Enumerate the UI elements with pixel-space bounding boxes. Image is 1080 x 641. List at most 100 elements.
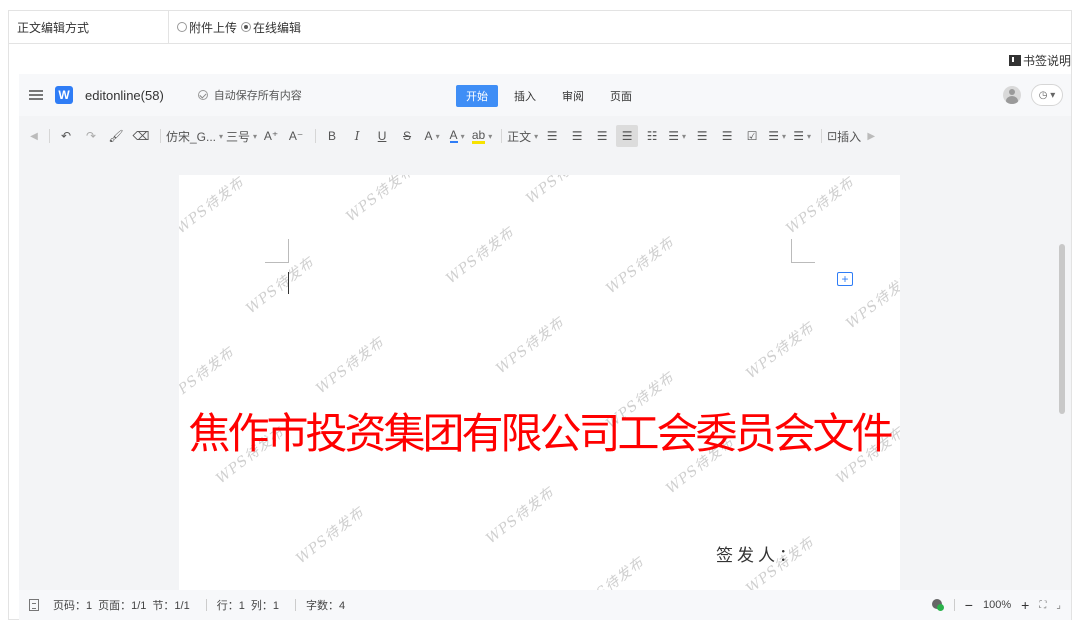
ribbon-tabs: 开始 插入 审阅 页面 [456, 85, 648, 107]
distribute-icon[interactable]: ☷ [641, 125, 663, 147]
edit-mode-row: 正文编辑方式 附件上传 在线编辑 [8, 10, 1072, 44]
bookmark-icon [1008, 55, 1021, 66]
clock-icon: ◷ ▾ [1038, 89, 1056, 101]
tab-insert[interactable]: 插入 [504, 85, 546, 107]
hamburger-menu-icon[interactable] [29, 89, 43, 101]
formatting-toolbar: ◀ ↶ ↷ 🖌︎ ⌫ 仿宋_G... 三号 A⁺ A⁻ B I U S A A … [19, 116, 1071, 156]
watermark: WPS待发布 [343, 175, 418, 226]
font-size-select[interactable]: 三号 [226, 125, 257, 147]
insert-icon: ⊡ [827, 129, 838, 143]
text-cursor [288, 272, 289, 294]
toolbar-divider [501, 129, 503, 143]
status-divider [294, 599, 296, 611]
undo-icon[interactable]: ↶ [55, 125, 77, 147]
italic-button[interactable]: I [346, 125, 368, 147]
radio-label-attachment: 附件上传 [189, 20, 238, 35]
wps-editor: W editonline(58) 自动保存所有内容 开始 插入 审阅 页面 ◷ … [19, 74, 1071, 620]
checkbox-icon[interactable]: ☑ [741, 125, 763, 147]
line-spacing-icon[interactable]: ☰ [666, 125, 688, 147]
watermark: WPS待发布 [573, 554, 648, 590]
format-painter-icon[interactable]: 🖌︎ [105, 125, 127, 147]
decrease-indent-icon[interactable]: ☰ [691, 125, 713, 147]
watermark: WPS待发布 [483, 484, 558, 548]
titlebar-right-tools: ◷ ▾ [1003, 84, 1063, 106]
vertical-scrollbar[interactable] [1059, 244, 1065, 414]
style-select[interactable]: 正文 [507, 125, 538, 147]
editor-titlebar: W editonline(58) 自动保存所有内容 开始 插入 审阅 页面 ◷ … [19, 74, 1071, 116]
signer-label: 签发人： [716, 546, 800, 566]
highlight-button[interactable]: ab [471, 125, 493, 147]
toolbar-divider [821, 129, 823, 143]
shrink-font-button[interactable]: A⁻ [285, 125, 307, 147]
toolbar-divider [49, 129, 50, 143]
bullet-list-icon[interactable]: ☰ [766, 125, 788, 147]
align-right-icon[interactable]: ☰ [591, 125, 613, 147]
fit-page-icon[interactable]: ⛶ [1039, 600, 1046, 611]
watermark: WPS待发布 [523, 175, 598, 208]
align-center-icon[interactable]: ☰ [566, 125, 588, 147]
watermark: WPS待发布 [783, 175, 858, 238]
zoom-out-button[interactable]: − [965, 597, 973, 613]
add-comment-icon[interactable]: + [837, 272, 853, 286]
status-page-code: 页码：1 [53, 600, 93, 612]
status-pages: 页面：1/1 [98, 600, 147, 612]
tab-start[interactable]: 开始 [456, 85, 498, 107]
sync-status-icon[interactable] [931, 599, 944, 611]
scroll-left-icon[interactable]: ◀ [27, 125, 41, 147]
align-left-icon[interactable]: ☰ [541, 125, 563, 147]
tab-review[interactable]: 审阅 [552, 85, 594, 107]
editor-frame: 书签说明 W editonline(58) 自动保存所有内容 开始 插入 审阅 … [8, 44, 1072, 620]
highlight-label: ab [471, 127, 486, 144]
insert-button[interactable]: ⊡ 插入 [827, 125, 861, 147]
scroll-right-icon[interactable]: ▶ [864, 125, 878, 147]
status-col: 列：1 [250, 600, 279, 612]
check-circle-icon [197, 90, 208, 100]
fullscreen-icon[interactable]: ⌟ [1056, 600, 1061, 611]
watermark: WPS待发布 [179, 175, 248, 238]
insert-label: 插入 [837, 129, 862, 144]
underline-button[interactable]: U [371, 125, 393, 147]
redo-icon[interactable]: ↷ [80, 125, 102, 147]
font-color-button[interactable]: A [446, 125, 468, 147]
grow-font-button[interactable]: A⁺ [260, 125, 282, 147]
user-avatar[interactable] [1003, 86, 1021, 104]
document-outline-icon[interactable] [29, 599, 39, 611]
document-title: 焦作市投资集团有限公司工会委员会文件 [188, 409, 893, 458]
bookmark-help-label: 书签说明 [1022, 54, 1071, 68]
eraser-icon[interactable]: ⌫ [130, 125, 152, 147]
bookmark-help-link[interactable]: 书签说明 [1008, 52, 1071, 69]
strikethrough-button[interactable]: S [396, 125, 418, 147]
autosave-label: 自动保存所有内容 [213, 90, 302, 102]
font-name-select[interactable]: 仿宋_G... [166, 125, 223, 147]
status-divider [953, 599, 955, 611]
superscript-button[interactable]: A [421, 125, 443, 147]
document-name: editonline(58) [85, 87, 164, 103]
toolbar-divider [315, 129, 317, 143]
zoom-in-button[interactable]: + [1021, 597, 1029, 613]
status-word-count[interactable]: 字数：4 [306, 597, 345, 613]
radio-attachment-upload[interactable]: 附件上传 [177, 19, 237, 36]
watermark: WPS待发布 [293, 504, 368, 568]
watermark: WPS待发布 [179, 344, 238, 408]
align-justify-icon[interactable]: ☰ [616, 125, 639, 147]
status-bar: 页码：1 页面：1/1 节：1/1 行：1 列：1 字数：4 − 100% + … [19, 590, 1071, 620]
watermark: WPS待发布 [603, 234, 678, 298]
status-right-tools: − 100% + ⛶ ⌟ [931, 590, 1061, 620]
watermark: WPS待发布 [443, 224, 518, 288]
toolbar-divider [160, 129, 161, 143]
wps-writer-logo-icon: W [55, 86, 73, 104]
radio-icon[interactable] [177, 22, 187, 32]
increase-indent-icon[interactable]: ☰ [716, 125, 738, 147]
autosave-status: 自动保存所有内容 [197, 87, 302, 103]
numbered-list-icon[interactable]: ☰ [791, 125, 813, 147]
radio-checked-icon[interactable] [241, 22, 252, 32]
bold-button[interactable]: B [321, 125, 343, 147]
document-canvas[interactable]: WPS待发布 WPS待发布 WPS待发布 WPS待发布 WPS待发布 WPS待发… [19, 156, 1071, 590]
tab-page[interactable]: 页面 [600, 85, 642, 107]
zoom-level[interactable]: 100% [983, 599, 1011, 611]
radio-online-edit[interactable]: 在线编辑 [241, 19, 301, 36]
history-button[interactable]: ◷ ▾ [1031, 84, 1063, 106]
edit-mode-label: 正文编辑方式 [9, 11, 169, 43]
document-page[interactable]: WPS待发布 WPS待发布 WPS待发布 WPS待发布 WPS待发布 WPS待发… [179, 175, 900, 590]
page-margin-corner-top-right [791, 239, 815, 263]
